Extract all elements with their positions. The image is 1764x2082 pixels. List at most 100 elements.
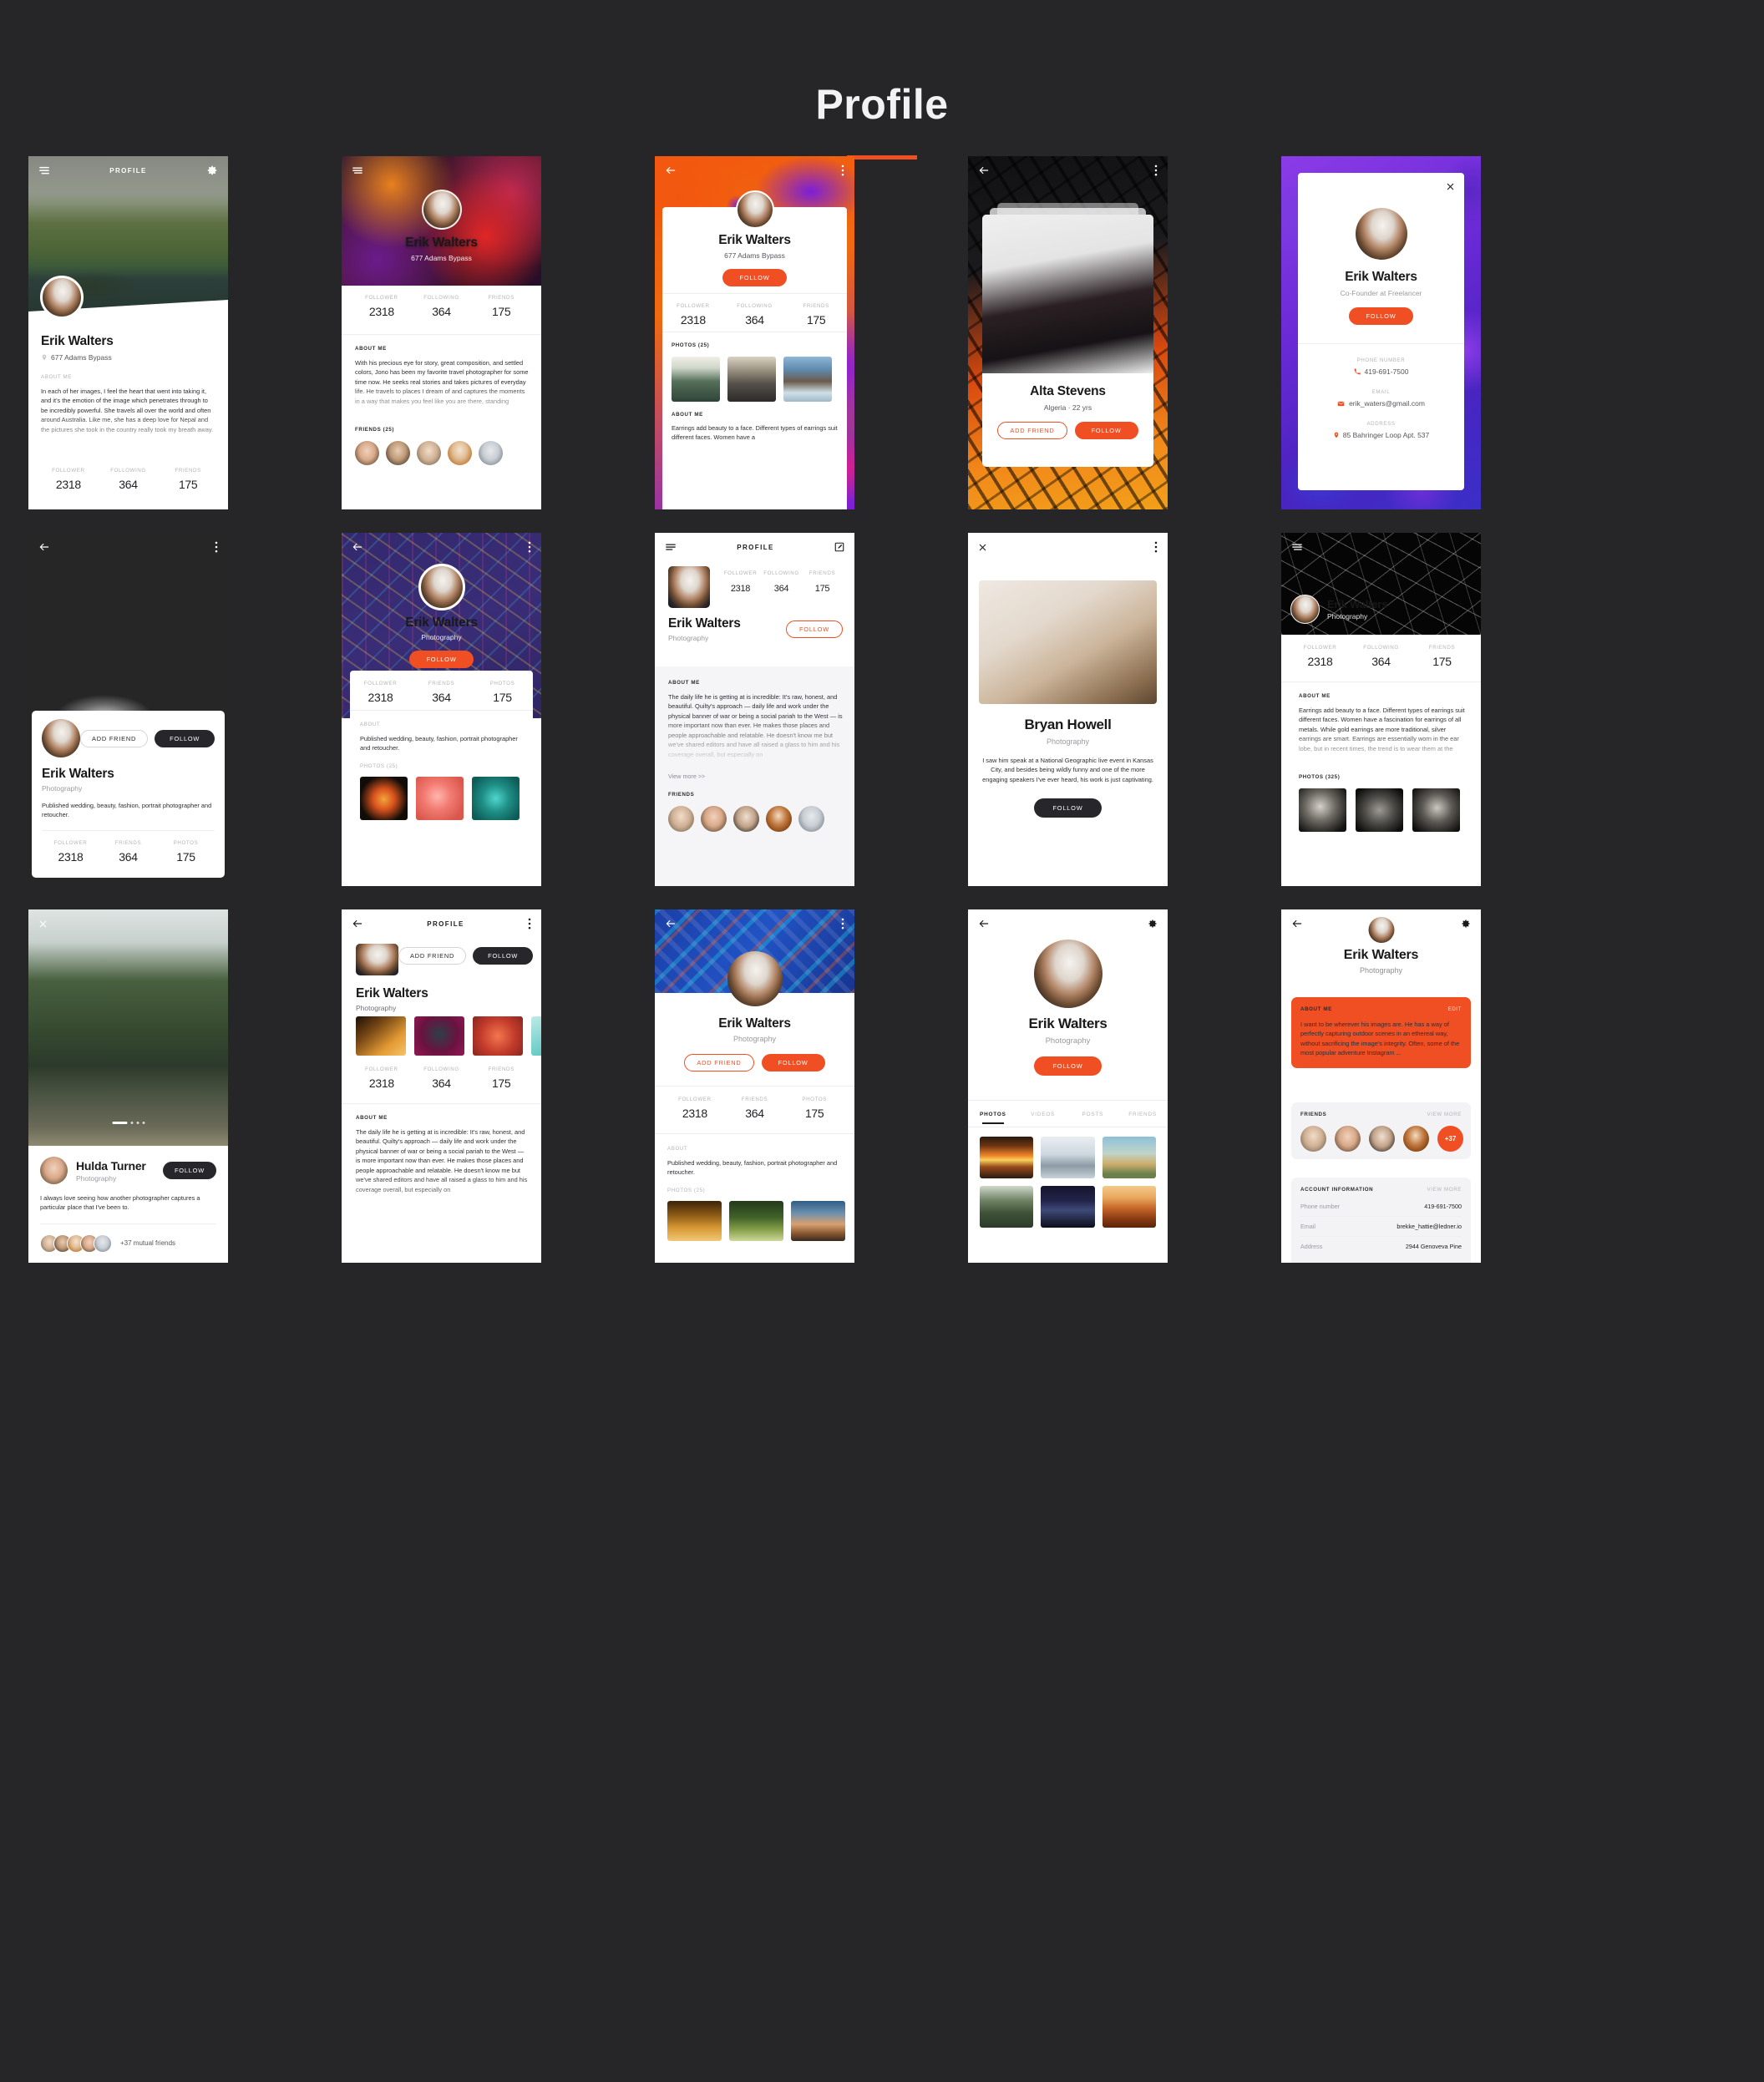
address-value[interactable]: 85 Bahringer Loop Apt. 537: [1343, 431, 1430, 439]
friend-avatar[interactable]: [479, 441, 503, 465]
photo-thumb[interactable]: [1102, 1137, 1156, 1178]
stat-follower[interactable]: FOLLOWER 2318: [720, 570, 761, 595]
stat-photos[interactable]: PHOTOS 175: [157, 840, 215, 865]
edit-icon[interactable]: [834, 542, 844, 552]
menu-icon[interactable]: [1291, 541, 1303, 553]
photo-thumb[interactable]: [1041, 1137, 1095, 1178]
carousel-dot[interactable]: [136, 1122, 139, 1124]
stat-following[interactable]: FOLLOWING 364: [412, 295, 472, 320]
follow-button[interactable]: FOLLOW: [1034, 1056, 1102, 1076]
photo-thumb[interactable]: [783, 357, 832, 402]
more-vertical-icon[interactable]: [215, 541, 218, 553]
follow-button[interactable]: FOLLOW: [1074, 422, 1138, 439]
stat-following[interactable]: FOLLOWING 364: [1351, 645, 1412, 670]
photo-thumb[interactable]: [1041, 1186, 1095, 1228]
photo-thumb[interactable]: [667, 1200, 722, 1241]
photo-thumb[interactable]: [980, 1186, 1034, 1228]
back-arrow-icon[interactable]: [1291, 918, 1303, 930]
friend-avatar[interactable]: [355, 441, 379, 465]
photo-thumb[interactable]: [791, 1200, 845, 1241]
tab-posts[interactable]: POSTS: [1068, 1103, 1118, 1124]
follow-button[interactable]: FOLLOW: [1349, 307, 1413, 325]
more-vertical-icon[interactable]: [528, 918, 531, 930]
photo-thumb[interactable]: [729, 1200, 783, 1241]
tab-videos[interactable]: VIDEOS: [1018, 1103, 1068, 1124]
stat-follower[interactable]: FOLLOWER 2318: [38, 468, 99, 493]
back-arrow-icon[interactable]: [978, 918, 990, 930]
friend-avatar[interactable]: [1300, 1126, 1326, 1152]
photo-thumb[interactable]: [672, 357, 720, 402]
carousel-dots[interactable]: [112, 1122, 144, 1124]
photo-thumb[interactable]: [360, 776, 408, 820]
follow-button[interactable]: FOLLOW: [473, 947, 534, 965]
photo-thumb[interactable]: [472, 776, 520, 820]
stat-follower[interactable]: FOLLOWER 2318: [665, 1097, 725, 1122]
photo-thumb[interactable]: [1356, 788, 1403, 832]
back-arrow-icon[interactable]: [352, 918, 363, 930]
account-row-phone[interactable]: Phone number 419-691-7500: [1300, 1197, 1462, 1216]
photo-thumb[interactable]: [414, 1016, 464, 1056]
photo-thumb[interactable]: [1412, 788, 1460, 832]
back-arrow-icon[interactable]: [352, 541, 363, 553]
friend-avatar[interactable]: [701, 806, 727, 832]
stat-friends[interactable]: FRIENDS 175: [785, 303, 847, 328]
gear-icon[interactable]: [1461, 919, 1471, 929]
photo-thumb[interactable]: [416, 776, 464, 820]
stat-friends[interactable]: FRIENDS 364: [725, 1097, 785, 1122]
stat-following[interactable]: FOLLOWING 364: [412, 1066, 472, 1092]
photo-thumb[interactable]: [1102, 1186, 1156, 1228]
more-vertical-icon[interactable]: [1154, 541, 1158, 553]
friend-avatar[interactable]: [1335, 1126, 1361, 1152]
photo-thumb[interactable]: [531, 1016, 541, 1056]
more-vertical-icon[interactable]: [1154, 165, 1158, 176]
friend-avatar[interactable]: [766, 806, 792, 832]
email-value[interactable]: erik_waters@gmail.com: [1349, 399, 1425, 408]
add-friend-button[interactable]: ADD FRIEND: [684, 1054, 754, 1071]
stat-following[interactable]: FOLLOWING 364: [761, 570, 802, 595]
stat-friends[interactable]: FRIENDS 175: [158, 468, 218, 493]
account-view-more-link[interactable]: VIEW MORE: [1427, 1187, 1462, 1193]
more-vertical-icon[interactable]: [841, 918, 844, 930]
stat-photos[interactable]: PHOTOS 175: [784, 1097, 844, 1122]
add-friend-button[interactable]: ADD FRIEND: [80, 729, 149, 747]
stat-friends[interactable]: FRIENDS 175: [471, 295, 531, 320]
back-arrow-icon[interactable]: [665, 918, 677, 930]
friend-avatar[interactable]: [798, 806, 824, 832]
back-arrow-icon[interactable]: [978, 165, 990, 176]
friend-avatar[interactable]: [733, 806, 759, 832]
back-arrow-icon[interactable]: [38, 541, 50, 553]
stat-following[interactable]: FOLLOWING 364: [99, 468, 159, 493]
add-friend-button[interactable]: ADD FRIEND: [997, 422, 1067, 439]
close-icon[interactable]: [978, 543, 987, 552]
edit-link[interactable]: EDIT: [1448, 1006, 1462, 1012]
stat-follower[interactable]: FOLLOWER 2318: [42, 840, 99, 865]
tab-friends[interactable]: FRIENDS: [1118, 1103, 1168, 1124]
friend-avatar[interactable]: [417, 441, 441, 465]
carousel-dot[interactable]: [130, 1122, 133, 1124]
stat-follower[interactable]: FOLLOWER 2318: [662, 303, 724, 328]
follow-button[interactable]: FOLLOW: [1034, 798, 1102, 818]
follow-button[interactable]: FOLLOW: [162, 1162, 216, 1179]
menu-icon[interactable]: [38, 165, 50, 176]
menu-icon[interactable]: [352, 165, 363, 176]
gear-icon[interactable]: [1148, 919, 1158, 929]
account-row-email[interactable]: Email brekke_hattie@ledner.io: [1300, 1217, 1462, 1236]
carousel-dot[interactable]: [142, 1122, 144, 1124]
photo-thumb[interactable]: [356, 1016, 406, 1056]
friend-avatar[interactable]: [448, 441, 472, 465]
follow-button[interactable]: FOLLOW: [785, 621, 843, 638]
stat-friends[interactable]: FRIENDS 175: [471, 1066, 531, 1092]
close-icon[interactable]: [1446, 182, 1455, 191]
gear-icon[interactable]: [206, 165, 218, 176]
follow-button[interactable]: FOLLOW: [761, 1054, 825, 1071]
stat-follower[interactable]: FOLLOWER 2318: [352, 295, 412, 320]
friend-avatar[interactable]: [386, 441, 410, 465]
more-vertical-icon[interactable]: [841, 165, 844, 176]
tab-photos[interactable]: PHOTOS: [968, 1103, 1018, 1124]
friends-overflow-badge[interactable]: +37: [1437, 1126, 1463, 1152]
back-arrow-icon[interactable]: [665, 165, 677, 176]
add-friend-button[interactable]: ADD FRIEND: [398, 947, 467, 965]
follow-button[interactable]: FOLLOW: [722, 269, 787, 286]
stat-follower[interactable]: FOLLOWER 2318: [1290, 645, 1351, 670]
photo-thumb[interactable]: [1299, 788, 1346, 832]
